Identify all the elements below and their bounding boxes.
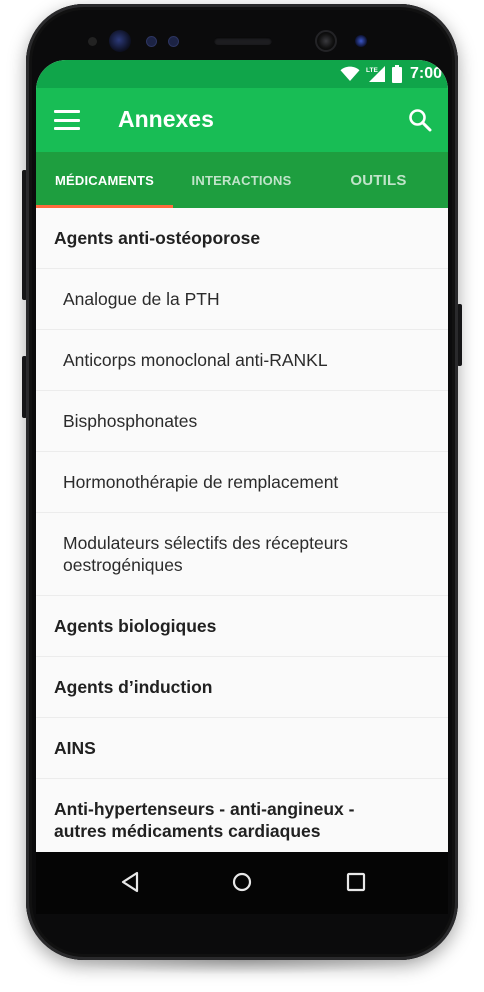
sensor-dot	[168, 36, 179, 47]
list-item-label: Analogue de la PTH	[63, 289, 220, 309]
list-item-header[interactable]: Anti-hypertenseurs - anti-angineux - aut…	[36, 779, 448, 862]
phone-screen: LTE 7:00 Annexes MÉDICAMENTS INTERACTION…	[36, 60, 448, 912]
home-icon[interactable]	[232, 871, 252, 893]
list-item-label: AINS	[54, 738, 96, 758]
list-item-header[interactable]: Agents anti-ostéoporose	[36, 208, 448, 269]
list-item-label: Agents biologiques	[54, 616, 217, 636]
list-item[interactable]: Bisphosphonates	[36, 391, 448, 452]
status-bar: LTE 7:00	[36, 60, 448, 88]
list-item-label: Anti-hypertenseurs - anti-angineux - aut…	[54, 799, 355, 841]
list-item[interactable]: Anticorps monoclonal anti-RANKL	[36, 330, 448, 391]
list-item-header[interactable]: Agents biologiques	[36, 596, 448, 657]
tab-interactions-label: INTERACTIONS	[191, 172, 292, 188]
status-icons: LTE 7:00	[340, 64, 442, 84]
list-item-label: Agents anti-ostéoporose	[54, 228, 261, 248]
tab-medicaments-label: MÉDICAMENTS	[55, 172, 154, 188]
earpiece-speaker	[214, 37, 272, 45]
iris-scanner-icon	[109, 30, 131, 52]
app-bar: Annexes	[36, 88, 448, 152]
list-item[interactable]: Hormonothérapie de remplacement	[36, 452, 448, 513]
list-item-header[interactable]: Agents d’induction	[36, 657, 448, 718]
list-item[interactable]: Analogue de la PTH	[36, 269, 448, 330]
wifi-icon	[340, 66, 360, 81]
list-item-label: Bisphosphonates	[63, 411, 198, 431]
hamburger-menu-icon[interactable]	[54, 108, 80, 132]
iris-camera-icon	[355, 35, 367, 47]
navigation-bar	[36, 852, 448, 914]
list-item-label: Agents d’induction	[54, 677, 213, 697]
medication-category-list: Agents anti-ostéoporose Analogue de la P…	[36, 208, 448, 862]
list-item-label: Anticorps monoclonal anti-RANKL	[63, 350, 328, 370]
list-item-label: Hormonothérapie de remplacement	[63, 472, 339, 492]
battery-icon	[391, 65, 402, 83]
tab-interactions[interactable]: INTERACTIONS	[173, 152, 310, 208]
sensor-dot	[146, 36, 157, 47]
tab-outils[interactable]: OUTILS	[310, 152, 447, 208]
tab-outils-label: OUTILS	[350, 171, 407, 189]
list-item[interactable]: Modulateurs sélectifs des récepteurs oes…	[36, 513, 448, 596]
lte-label: LTE	[366, 67, 378, 74]
proximity-sensor	[88, 37, 97, 46]
list-item-label: Modulateurs sélectifs des récepteurs oes…	[63, 533, 348, 575]
back-icon[interactable]	[120, 871, 140, 893]
tab-bar: MÉDICAMENTS INTERACTIONS OUTILS	[36, 152, 448, 208]
front-camera-icon	[315, 30, 337, 52]
status-time: 7:00	[409, 65, 442, 82]
search-icon[interactable]	[406, 106, 434, 134]
page-title: Annexes	[118, 106, 214, 132]
list-item-header[interactable]: AINS	[36, 718, 448, 779]
tab-medicaments[interactable]: MÉDICAMENTS	[36, 152, 173, 208]
recents-icon[interactable]	[346, 871, 366, 893]
lte-signal-icon: LTE	[366, 66, 385, 82]
